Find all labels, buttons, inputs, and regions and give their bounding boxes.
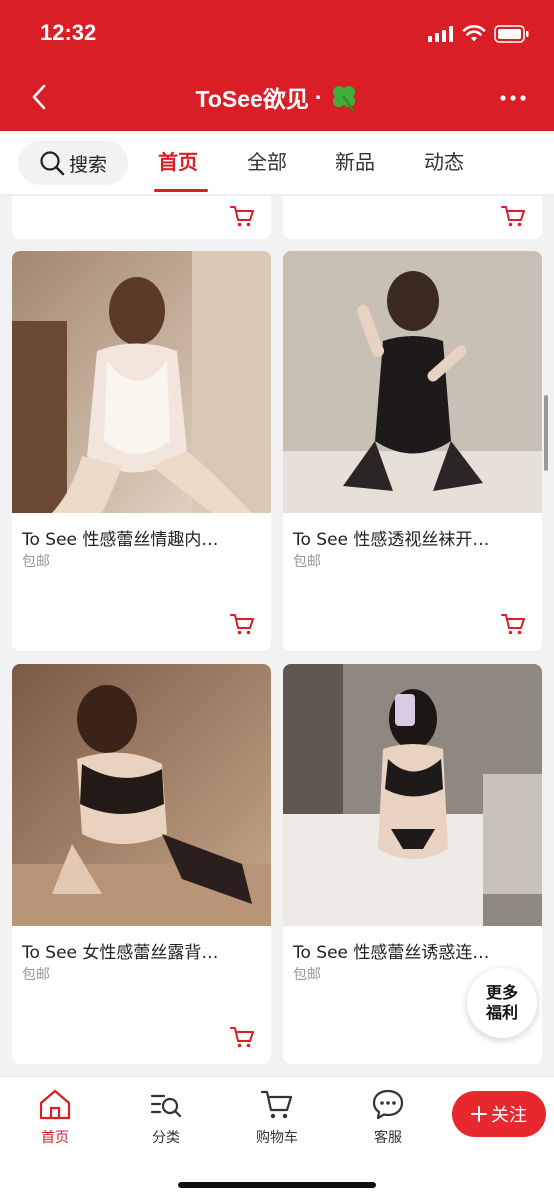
add-to-cart-icon[interactable] [229, 203, 255, 229]
home-icon [39, 1089, 71, 1120]
search-icon [40, 151, 65, 176]
product-title: To See 性感蕾丝情趣内… [22, 530, 219, 550]
add-to-cart-icon[interactable] [500, 611, 526, 637]
chat-bubble-icon [372, 1089, 404, 1120]
product-image[interactable] [12, 251, 271, 513]
product-card-partial[interactable] [12, 196, 271, 239]
status-time: 12:32 [40, 20, 97, 45]
store-title: ToSee欲见 · [0, 80, 554, 114]
product-card[interactable]: To See 性感透视丝袜开… 包邮 [283, 251, 542, 651]
product-card[interactable]: To See 女性感蕾丝露背… 包邮 [12, 664, 271, 1064]
shipping-label: 包邮 [293, 967, 321, 983]
nav-service-label: 客服 [374, 1130, 402, 1146]
search-label: 搜索 [68, 153, 107, 176]
search-button[interactable]: 搜索 [18, 141, 128, 185]
battery-icon [494, 25, 529, 43]
product-image[interactable] [283, 251, 542, 513]
product-title: To See 性感蕾丝诱惑连… [293, 943, 490, 963]
add-to-cart-icon[interactable] [229, 611, 255, 637]
cart-icon [260, 1090, 293, 1119]
tab-home[interactable]: 首页 [158, 146, 198, 175]
product-title: To See 性感透视丝袜开… [293, 530, 490, 550]
more-options-button[interactable] [498, 84, 528, 112]
nav-category-label: 分类 [152, 1130, 180, 1146]
add-to-cart-icon[interactable] [229, 1024, 255, 1050]
title-dot: · [314, 83, 323, 110]
nav-bar: ToSee欲见 · [0, 66, 554, 130]
store-tabs: 搜索 首页 全部 新品 动态 [0, 131, 554, 195]
app-header: 12:32 ToSee欲见 · [0, 0, 554, 131]
home-indicator [178, 1182, 376, 1188]
nav-cart[interactable]: 购物车 [242, 1087, 312, 1147]
category-search-icon [150, 1094, 182, 1118]
signal-icon [428, 26, 453, 42]
product-card-partial[interactable] [283, 196, 542, 239]
welfare-line1: 更多 [485, 983, 518, 1002]
add-to-cart-icon[interactable] [500, 203, 526, 229]
nav-category[interactable]: 分类 [131, 1087, 201, 1147]
shipping-label: 包邮 [293, 554, 321, 570]
four-leaf-clover-icon [332, 86, 355, 112]
active-tab-indicator [154, 189, 208, 192]
status-bar: 12:32 [0, 0, 554, 66]
nav-home[interactable]: 首页 [20, 1087, 90, 1147]
wifi-icon [462, 25, 486, 42]
tab-feed[interactable]: 动态 [424, 146, 464, 175]
follow-label: 关注 [491, 1105, 527, 1126]
nav-service[interactable]: 客服 [353, 1087, 423, 1147]
product-title: To See 女性感蕾丝露背… [22, 943, 219, 963]
product-grid: To See 性感蕾丝情趣内… 包邮 To See 性感透视丝袜开… 包邮 To… [0, 196, 554, 1076]
more-dots-icon [500, 95, 526, 101]
tab-all[interactable]: 全部 [247, 146, 287, 175]
welfare-line2: 福利 [485, 1003, 518, 1022]
more-welfare-button[interactable]: 更多 福利 [467, 968, 537, 1038]
status-icons [428, 24, 530, 44]
product-image[interactable] [283, 664, 542, 926]
nav-home-label: 首页 [41, 1130, 69, 1146]
scrollbar[interactable] [544, 395, 548, 471]
nav-cart-label: 购物车 [256, 1130, 298, 1146]
plus-icon [471, 1106, 487, 1122]
shipping-label: 包邮 [22, 554, 50, 570]
shipping-label: 包邮 [22, 967, 50, 983]
store-name: ToSee欲见 [195, 86, 309, 112]
tab-new[interactable]: 新品 [335, 146, 375, 175]
product-card[interactable]: To See 性感蕾丝情趣内… 包邮 [12, 251, 271, 651]
product-image[interactable] [12, 664, 271, 926]
follow-button[interactable]: 关注 [452, 1091, 546, 1137]
